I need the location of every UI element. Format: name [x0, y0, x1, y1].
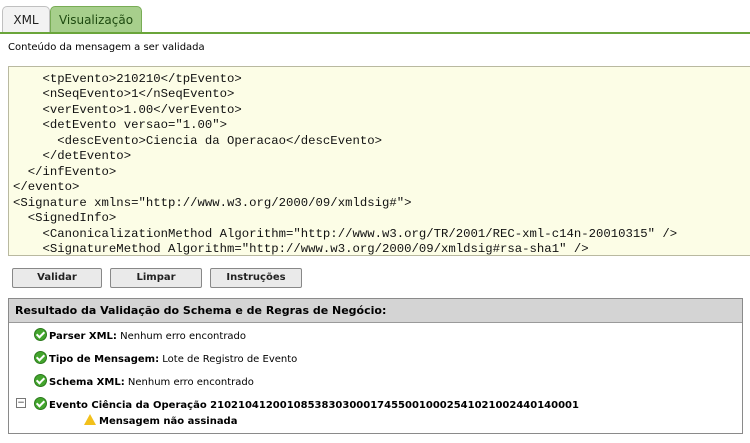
warning-icon — [84, 414, 96, 425]
collapse-icon[interactable]: − — [16, 398, 26, 408]
result-label: Tipo de Mensagem: — [49, 354, 160, 365]
result-label: Parser XML: — [49, 331, 117, 342]
event-label: Evento Ciência da Operação 2102104120010… — [49, 400, 579, 411]
check-icon — [34, 374, 47, 387]
result-value: Nenhum erro encontrado — [120, 331, 247, 342]
tab-xml[interactable]: XML — [2, 6, 50, 32]
result-item-signature-warning: Mensagem não assinada — [84, 414, 237, 427]
tab-bar: XML Visualização — [0, 0, 750, 34]
result-title: Resultado da Validação do Schema e de Re… — [9, 299, 742, 323]
validation-result-panel: Resultado da Validação do Schema e de Re… — [8, 298, 743, 434]
result-value: Nenhum erro encontrado — [127, 377, 254, 388]
check-icon — [34, 328, 47, 341]
warning-label: Mensagem não assinada — [99, 416, 238, 427]
result-value: Lote de Registro de Evento — [162, 354, 298, 365]
check-icon — [34, 397, 47, 410]
xml-editor[interactable]: <dhEvento>2020-03-05T19:12:07-03:00</dhE… — [8, 66, 750, 256]
result-item-parser: Parser XML: Nenhum erro encontrado — [34, 328, 246, 342]
result-item-message-type: Tipo de Mensagem: Lote de Registro de Ev… — [34, 351, 297, 365]
result-label: Schema XML: — [49, 377, 125, 388]
result-item-schema: Schema XML: Nenhum erro encontrado — [34, 374, 254, 388]
tab-visualizacao[interactable]: Visualização — [50, 6, 142, 32]
validate-button[interactable]: Validar — [12, 268, 102, 288]
result-item-event: − Evento Ciência da Operação 21021041200… — [16, 397, 579, 411]
instructions-button[interactable]: Instruções — [210, 268, 302, 288]
xml-code[interactable]: <dhEvento>2020-03-05T19:12:07-03:00</dhE… — [13, 67, 677, 255]
clear-button[interactable]: Limpar — [110, 268, 202, 288]
editor-caption: Conteúdo da mensagem a ser validada — [8, 42, 205, 53]
check-icon — [34, 351, 47, 364]
